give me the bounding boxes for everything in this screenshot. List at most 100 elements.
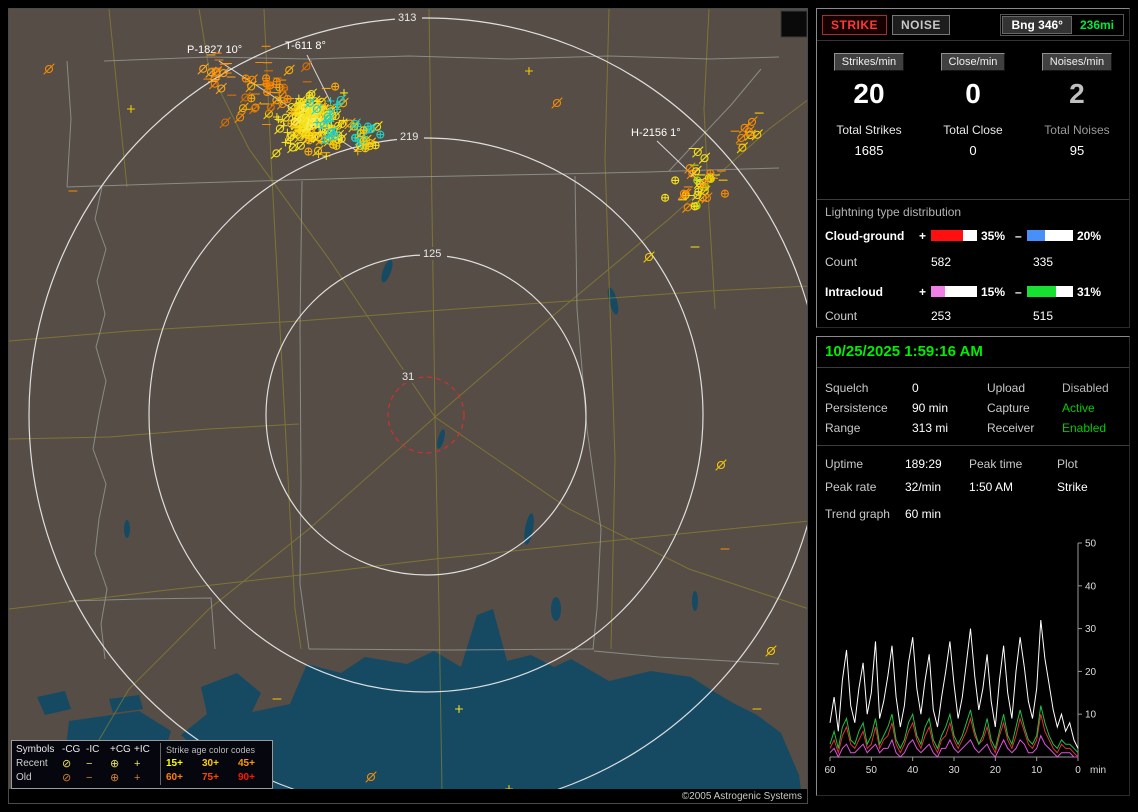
- age-30-label: 30+: [196, 757, 232, 771]
- svg-text:50: 50: [866, 765, 878, 776]
- lightning-map[interactable]: 31321912531P-1827 10°T-611 8°H-2156 1° S…: [8, 8, 808, 804]
- mode-toolbar: STRIKE NOISE Bng 346° 236mi: [817, 9, 1129, 41]
- svg-text:40: 40: [907, 765, 919, 776]
- pos-ic-pct: 15%: [981, 285, 1005, 299]
- pos-ic-bar: [931, 286, 977, 297]
- recent-neg-ic-icon: −: [86, 757, 110, 771]
- noises-per-min-value: 2: [1025, 79, 1129, 109]
- stats-panel: STRIKE NOISE Bng 346° 236mi Strikes/min …: [816, 8, 1130, 328]
- neg-cg-pct: 20%: [1077, 229, 1101, 243]
- range-value: 313 mi: [912, 421, 948, 435]
- bearing-label: Bng 346°: [1002, 16, 1071, 34]
- divider: [817, 367, 1129, 368]
- strikes-column: Strikes/min 20 Total Strikes 1685: [817, 53, 921, 158]
- total-strikes-value: 1685: [817, 143, 921, 158]
- neg-ic-pct: 31%: [1077, 285, 1101, 299]
- map-legend: Symbols -CG -IC +CG +IC Strike age color…: [11, 740, 273, 789]
- svg-text:40: 40: [1085, 581, 1097, 592]
- capture-label: Capture: [987, 401, 1030, 415]
- svg-text:10: 10: [1085, 710, 1097, 721]
- svg-text:313: 313: [398, 12, 416, 24]
- noise-button[interactable]: NOISE: [892, 15, 950, 35]
- receiver-label: Receiver: [987, 421, 1034, 435]
- peak-rate-value: 32/min: [905, 480, 941, 494]
- uptime-value: 189:29: [905, 457, 942, 471]
- trend-chart: 10203040506050403020100min: [820, 531, 1128, 791]
- persistence-value: 90 min: [912, 401, 948, 415]
- total-noises-value: 95: [1025, 143, 1129, 158]
- legend-symbols-header: Symbols: [16, 743, 62, 757]
- pos-cg-count: 582: [931, 255, 951, 269]
- range-label: Range: [825, 421, 860, 435]
- bearing-display: Bng 346° 236mi: [1000, 14, 1124, 36]
- intracloud-row: Intracloud + 15% – 31%: [817, 285, 1129, 299]
- old-neg-ic-icon: −: [86, 771, 110, 785]
- pos-cg-bar: [931, 230, 977, 241]
- map-canvas[interactable]: 31321912531P-1827 10°T-611 8°H-2156 1°: [9, 9, 808, 804]
- svg-text:10: 10: [1031, 765, 1043, 776]
- neg-cg-bar: [1027, 230, 1073, 241]
- trend-graph-window: 60 min: [905, 507, 941, 521]
- intracloud-count-row: Count 253 515: [817, 309, 1129, 323]
- svg-text:H-2156 1°: H-2156 1°: [631, 127, 681, 139]
- strike-button[interactable]: STRIKE: [822, 15, 887, 35]
- status-panel: 10/25/2025 1:59:16 AM Squelch 0 Upload D…: [816, 336, 1130, 796]
- pos-cg-pct: 35%: [981, 229, 1005, 243]
- uptime-label: Uptime: [825, 457, 863, 471]
- recent-pos-ic-icon: +: [134, 757, 160, 771]
- trend-graph-label: Trend graph: [825, 507, 890, 521]
- capture-status: Active: [1062, 401, 1095, 415]
- age-75-label: 75+: [196, 771, 232, 785]
- copyright-text: ©2005 Astrogenic Systems: [682, 791, 802, 802]
- total-close-label: Total Close: [921, 123, 1025, 137]
- rate-columns: Strikes/min 20 Total Strikes 1685 Close/…: [817, 53, 1129, 158]
- minus-sign: –: [1015, 229, 1022, 243]
- svg-text:0: 0: [1075, 765, 1081, 776]
- noises-column: Noises/min 2 Total Noises 95: [1025, 53, 1129, 158]
- distribution-title: Lightning type distribution: [825, 205, 961, 219]
- svg-text:31: 31: [402, 371, 414, 383]
- recent-neg-cg-icon: ⊘: [62, 757, 86, 771]
- squelch-label: Squelch: [825, 381, 868, 395]
- age-90-label: 90+: [232, 771, 268, 785]
- datetime-display: 10/25/2025 1:59:16 AM: [825, 343, 983, 360]
- legend-col-nic: -IC: [86, 743, 110, 757]
- close-per-min-value: 0: [921, 79, 1025, 109]
- map-bottom-bar: ©2005 Astrogenic Systems: [9, 789, 807, 803]
- peak-time-label: Peak time: [969, 457, 1022, 471]
- plus-sign: +: [919, 229, 926, 243]
- minus-sign: –: [1015, 285, 1022, 299]
- squelch-value: 0: [912, 381, 919, 395]
- svg-text:min: min: [1090, 765, 1106, 776]
- divider: [817, 445, 1129, 446]
- age-45-label: 45+: [232, 757, 268, 771]
- app-window: 31321912531P-1827 10°T-611 8°H-2156 1° S…: [0, 0, 1138, 812]
- close-per-min-button[interactable]: Close/min: [941, 53, 1006, 71]
- total-close-value: 0: [921, 143, 1025, 158]
- upload-label: Upload: [987, 381, 1025, 395]
- intracloud-label: Intracloud: [825, 285, 883, 299]
- legend-col-pic: +IC: [134, 743, 160, 757]
- legend-col-ncg: -CG: [62, 743, 86, 757]
- neg-ic-count: 515: [1033, 309, 1053, 323]
- svg-text:50: 50: [1085, 539, 1097, 550]
- receiver-status: Enabled: [1062, 421, 1106, 435]
- neg-ic-bar: [1027, 286, 1073, 297]
- upload-status: Disabled: [1062, 381, 1109, 395]
- svg-text:T-611 8°: T-611 8°: [285, 40, 326, 52]
- strikes-per-min-button[interactable]: Strikes/min: [834, 53, 904, 71]
- svg-text:20: 20: [1085, 667, 1097, 678]
- legend-col-pcg: +CG: [110, 743, 134, 757]
- cloud-ground-count-row: Count 582 335: [817, 255, 1129, 269]
- svg-text:20: 20: [990, 765, 1002, 776]
- divider: [817, 199, 1129, 200]
- persistence-label: Persistence: [825, 401, 888, 415]
- svg-text:30: 30: [1085, 624, 1097, 635]
- old-neg-cg-icon: ⊘: [62, 771, 86, 785]
- old-pos-cg-icon: ⊕: [110, 771, 134, 785]
- svg-text:219: 219: [400, 131, 418, 143]
- svg-text:30: 30: [948, 765, 960, 776]
- noises-per-min-button[interactable]: Noises/min: [1042, 53, 1112, 71]
- strikes-per-min-value: 20: [817, 79, 921, 109]
- peak-rate-label: Peak rate: [825, 480, 876, 494]
